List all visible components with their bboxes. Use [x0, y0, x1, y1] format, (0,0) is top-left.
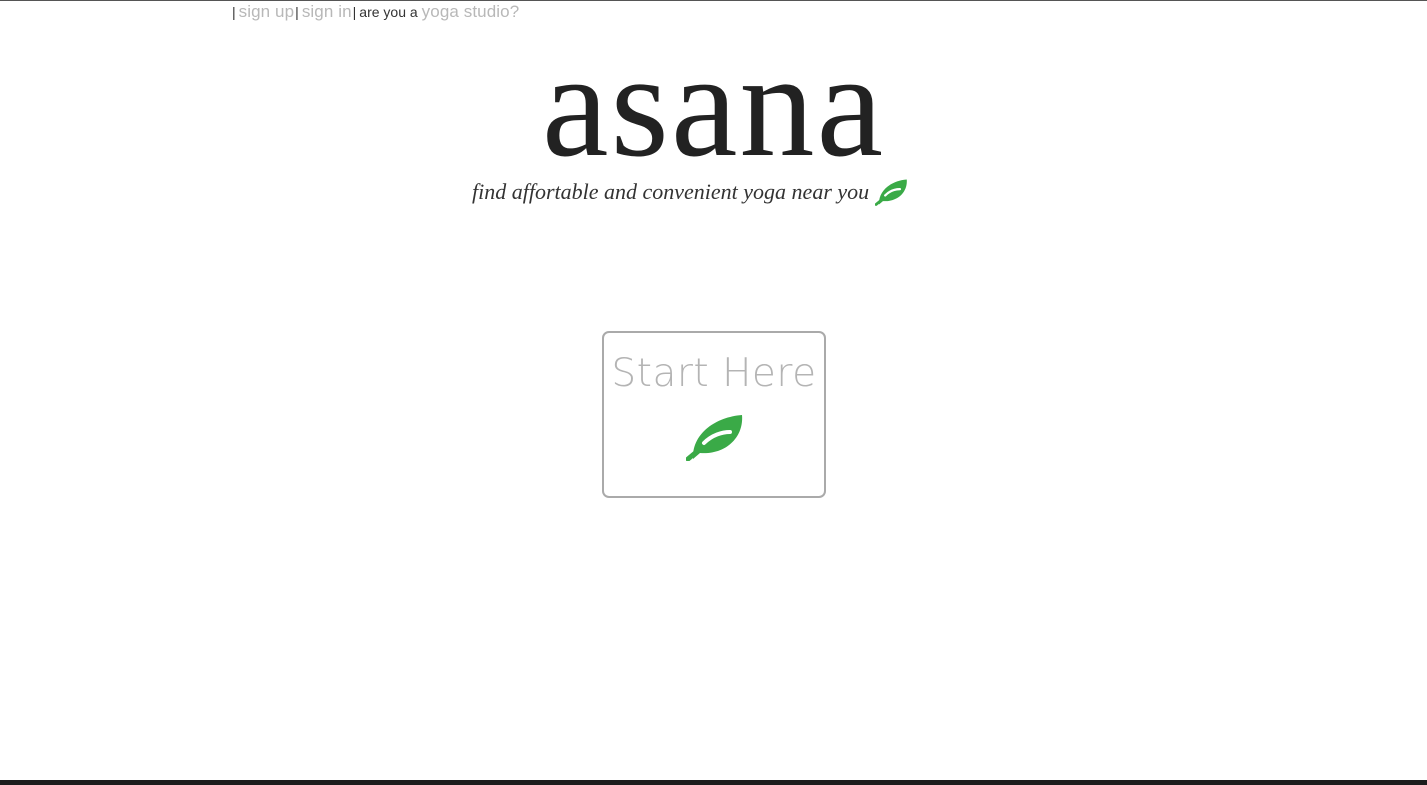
- nav-separator: |: [295, 4, 299, 20]
- page: | sign up | sign in | are you a yoga stu…: [0, 0, 1427, 785]
- nav-separator: |: [232, 4, 236, 20]
- logo[interactable]: asana: [0, 20, 1427, 190]
- tagline-text: find affortable and convenient yoga near…: [472, 179, 870, 204]
- top-divider: [0, 0, 1427, 1]
- leaf-icon: [875, 179, 907, 206]
- start-here-label: Start Here: [611, 351, 817, 396]
- sign-up-link[interactable]: sign up: [239, 2, 295, 22]
- bottom-bar: [0, 780, 1427, 785]
- leaf-icon: [686, 415, 743, 461]
- sign-in-link[interactable]: sign in: [302, 2, 352, 22]
- start-here-button[interactable]: Start Here: [602, 331, 826, 498]
- nav-separator: |: [352, 4, 357, 20]
- tagline: find affortable and convenient yoga near…: [472, 178, 909, 206]
- studio-prompt: are you a: [359, 4, 418, 20]
- yoga-studio-link[interactable]: yoga studio?: [422, 2, 520, 22]
